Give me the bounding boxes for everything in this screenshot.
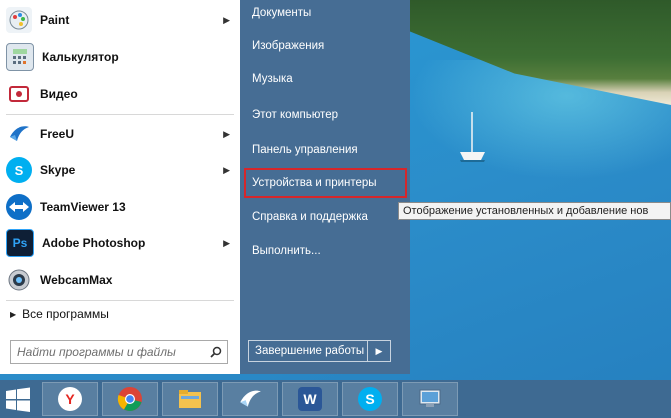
highlight-frame bbox=[244, 168, 407, 198]
submenu-arrow-icon[interactable]: ▶ bbox=[223, 165, 230, 176]
wallpaper-sailboat bbox=[460, 112, 485, 162]
start-menu: Paint ▶ Калькулятор Видео FreeU ▶ S Skyp… bbox=[0, 0, 410, 380]
tooltip: Отображение установленных и добавление н… bbox=[398, 202, 671, 220]
program-label: FreeU bbox=[40, 127, 75, 141]
all-programs-button[interactable]: ▶ Все программы bbox=[0, 303, 240, 325]
search-box[interactable]: Найти программы и файлы bbox=[10, 340, 228, 364]
taskbar-skype[interactable]: S bbox=[342, 382, 398, 416]
program-label: Калькулятор bbox=[42, 50, 119, 64]
search-input[interactable]: Найти программы и файлы bbox=[17, 345, 205, 359]
photoshop-icon: Ps bbox=[6, 229, 34, 257]
windows-start-icon[interactable] bbox=[4, 386, 32, 414]
program-teamviewer[interactable]: TeamViewer 13 bbox=[0, 189, 240, 225]
chrome-icon bbox=[117, 387, 142, 411]
taskbar-freeu[interactable] bbox=[222, 382, 278, 416]
shutdown-options-arrow-icon[interactable]: ▶ bbox=[367, 341, 390, 361]
program-label: Skype bbox=[40, 163, 76, 177]
program-skype[interactable]: S Skype ▶ bbox=[0, 152, 240, 188]
program-label: Видео bbox=[40, 87, 78, 101]
separator bbox=[6, 300, 234, 301]
separator bbox=[6, 114, 234, 115]
video-icon bbox=[6, 81, 32, 107]
calculator-icon bbox=[6, 43, 34, 71]
paint-icon bbox=[6, 7, 32, 33]
program-freeu[interactable]: FreeU ▶ bbox=[0, 116, 240, 152]
submenu-arrow-icon[interactable]: ▶ bbox=[223, 238, 230, 249]
file-explorer-icon bbox=[179, 390, 201, 408]
taskbar-control-panel[interactable] bbox=[402, 382, 458, 416]
program-webcammax[interactable]: WebcamMax bbox=[0, 262, 240, 298]
search-icon[interactable] bbox=[205, 341, 227, 363]
places-music[interactable]: Музыка bbox=[252, 68, 293, 90]
places-control-panel[interactable]: Панель управления bbox=[252, 139, 358, 161]
skype-icon: S bbox=[6, 157, 32, 183]
places-help-and-support[interactable]: Справка и поддержка bbox=[252, 206, 368, 228]
skype-icon: S bbox=[358, 387, 382, 411]
taskbar: Y W S bbox=[0, 380, 671, 418]
taskbar-yandex-browser[interactable]: Y bbox=[42, 382, 98, 416]
taskbar-word[interactable]: W bbox=[282, 382, 338, 416]
shutdown-button-group: Завершение работы ▶ bbox=[248, 340, 391, 362]
places-run[interactable]: Выполнить... bbox=[252, 240, 321, 262]
word-icon: W bbox=[298, 387, 322, 411]
control-panel-icon bbox=[419, 389, 441, 407]
submenu-arrow-icon[interactable]: ▶ bbox=[223, 15, 230, 26]
teamviewer-icon bbox=[6, 194, 32, 220]
program-label: WebcamMax bbox=[40, 273, 113, 287]
expand-arrow-icon: ▶ bbox=[10, 309, 17, 319]
program-label: Adobe Photoshop bbox=[42, 236, 146, 250]
shutdown-button[interactable]: Завершение работы bbox=[249, 341, 367, 361]
places-pictures[interactable]: Изображения bbox=[252, 35, 324, 57]
submenu-arrow-icon[interactable]: ▶ bbox=[223, 129, 230, 140]
program-label: Paint bbox=[40, 13, 70, 27]
freeu-icon bbox=[240, 390, 261, 407]
freeu-icon bbox=[6, 121, 32, 147]
program-label: TeamViewer 13 bbox=[40, 200, 126, 214]
taskbar-file-explorer[interactable] bbox=[162, 382, 218, 416]
all-programs-label: Все программы bbox=[22, 307, 109, 321]
program-paint[interactable]: Paint ▶ bbox=[0, 2, 240, 38]
program-video[interactable]: Видео bbox=[0, 76, 240, 112]
webcammax-icon bbox=[6, 267, 32, 293]
taskbar-chrome[interactable] bbox=[102, 382, 158, 416]
places-documents[interactable]: Документы bbox=[252, 2, 311, 24]
start-menu-programs-panel: Paint ▶ Калькулятор Видео FreeU ▶ S Skyp… bbox=[0, 0, 240, 374]
program-calculator[interactable]: Калькулятор bbox=[0, 39, 240, 75]
yandex-browser-icon: Y bbox=[58, 387, 82, 411]
places-this-computer[interactable]: Этот компьютер bbox=[252, 104, 338, 126]
program-photoshop[interactable]: Ps Adobe Photoshop ▶ bbox=[0, 225, 240, 261]
